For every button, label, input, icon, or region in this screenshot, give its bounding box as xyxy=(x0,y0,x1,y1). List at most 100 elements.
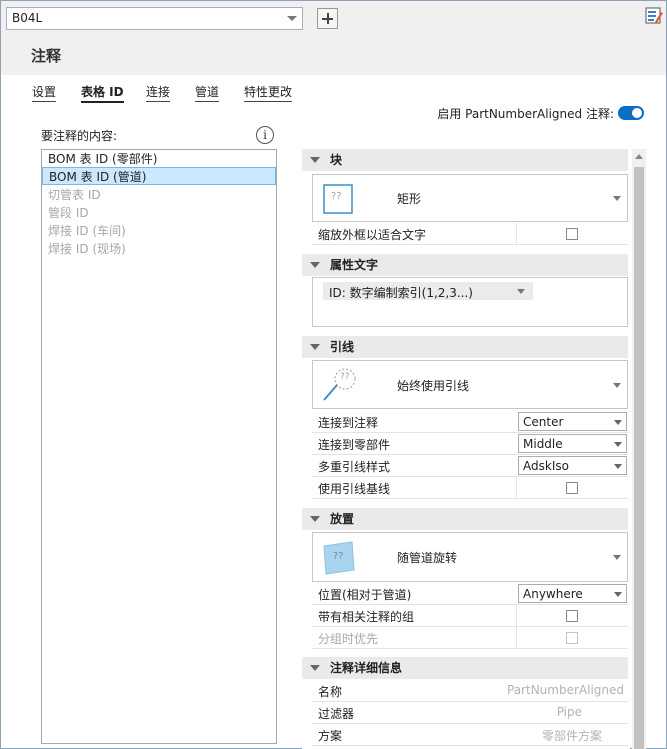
scroll-thumb[interactable] xyxy=(634,167,644,749)
tab-settings[interactable]: 设置 xyxy=(32,83,57,102)
prop-row: 缩放外框以适合文字 xyxy=(312,223,628,245)
prop-row: 多重引线样式 AdskIso xyxy=(312,455,628,477)
mleader-style-dropdown[interactable]: AdskIso xyxy=(518,456,627,475)
section-block-header[interactable]: 块 xyxy=(302,149,628,171)
prop-label: 过滤器 xyxy=(318,707,355,721)
placement-icon-text: ?? xyxy=(333,551,344,562)
toggle-knob xyxy=(632,108,642,118)
prop-label: 连接到零部件 xyxy=(318,438,391,452)
prop-row: 方案 零部件方案 xyxy=(312,724,628,746)
style-combo[interactable]: B04L xyxy=(6,7,303,30)
block-card[interactable]: ?? 矩形 xyxy=(312,174,628,222)
prop-row: 连接到零部件 Middle xyxy=(312,433,628,455)
properties-scrollbar[interactable] xyxy=(632,149,646,749)
section-title: 引线 xyxy=(330,340,355,354)
add-button[interactable] xyxy=(317,8,338,29)
properties-panel: 块 ?? 矩形 缩放外框以适合文字 属性文字 ID: 数字编制索引(1,2,3.… xyxy=(302,149,630,749)
tab-property-change[interactable]: 特性更改 xyxy=(244,83,293,102)
section-title: 放置 xyxy=(330,512,355,526)
chevron-down-icon xyxy=(613,196,621,201)
list-item-cut-pipe[interactable]: 切管表 ID xyxy=(42,186,276,204)
prop-value: Pipe xyxy=(556,705,582,719)
prop-label: 缩放外框以适合文字 xyxy=(318,228,427,242)
collapse-icon xyxy=(310,344,320,350)
group-priority-checkbox[interactable] xyxy=(566,632,578,644)
page-title: 注释 xyxy=(31,47,62,65)
section-title: 注释详细信息 xyxy=(330,661,403,675)
collapse-icon xyxy=(310,262,320,268)
leader-icon-text: ?? xyxy=(340,372,350,382)
placement-card[interactable]: ?? 随管道旋转 xyxy=(312,532,628,582)
annotate-content-label: 要注释的内容: xyxy=(41,129,118,143)
list-item-bom-part[interactable]: BOM 表 ID (零部件) xyxy=(42,150,276,168)
prop-row: 位置(相对于管道) Anywhere xyxy=(312,583,628,605)
section-leader-header[interactable]: 引线 xyxy=(302,336,628,358)
scale-frame-checkbox[interactable] xyxy=(566,228,578,240)
connect-annotation-dropdown[interactable]: Center xyxy=(518,412,627,431)
collapse-icon xyxy=(310,665,320,671)
list-item-weld-shop[interactable]: 焊接 ID (车间) xyxy=(42,222,276,240)
prop-row: 连接到注释 Center xyxy=(312,411,628,433)
list-item-bom-pipe[interactable]: BOM 表 ID (管道) xyxy=(42,167,276,185)
prop-label: 分组时优先 xyxy=(318,632,379,646)
chevron-down-icon xyxy=(613,555,621,560)
block-card-label: 矩形 xyxy=(397,192,422,206)
collapse-icon xyxy=(310,516,320,522)
leader-card-label: 始终使用引线 xyxy=(397,379,470,393)
annotate-content-list: BOM 表 ID (零部件) BOM 表 ID (管道) 切管表 ID 管段 I… xyxy=(41,149,277,744)
prop-value: 零部件方案 xyxy=(541,729,602,743)
info-icon[interactable]: i xyxy=(256,126,274,144)
chevron-down-icon xyxy=(614,420,622,425)
chevron-down-icon xyxy=(614,592,622,597)
dropdown-value: Center xyxy=(523,415,564,429)
group-annotations-checkbox[interactable] xyxy=(566,610,578,622)
section-title: 块 xyxy=(330,153,343,167)
annotation-window: B04L 注释 设置 表格 ID 连接 管道 特性更改 启用 PartNumbe… xyxy=(0,0,667,749)
leader-icon xyxy=(323,368,356,401)
tab-table-id[interactable]: 表格 ID xyxy=(81,83,124,103)
prop-value: PartNumberAligned xyxy=(507,683,624,697)
position-dropdown[interactable]: Anywhere xyxy=(518,584,627,603)
prop-label: 方案 xyxy=(318,729,343,743)
prop-row: 名称 PartNumberAligned xyxy=(312,680,628,702)
placement-card-label: 随管道旋转 xyxy=(397,551,458,565)
top-toolbar: B04L xyxy=(1,1,666,37)
prop-label: 使用引线基线 xyxy=(318,482,391,496)
chevron-down-icon xyxy=(614,442,622,447)
collapse-icon xyxy=(310,157,320,163)
prop-label: 位置(相对于管道) xyxy=(318,588,412,602)
enable-annotation-label: 启用 PartNumberAligned 注释: xyxy=(437,107,614,121)
attr-card: ID: 数字编制索引(1,2,3...) xyxy=(312,277,628,327)
chevron-down-icon xyxy=(614,464,622,469)
chevron-down-icon xyxy=(613,383,621,388)
attr-text-value: ID: 数字编制索引(1,2,3...) xyxy=(329,286,473,300)
section-title: 属性文字 xyxy=(330,258,379,272)
list-item-weld-field[interactable]: 焊接 ID (现场) xyxy=(42,240,276,258)
prop-label: 多重引线样式 xyxy=(318,460,391,474)
section-attr-header[interactable]: 属性文字 xyxy=(302,254,628,276)
edit-style-icon[interactable] xyxy=(645,7,663,25)
leader-card[interactable]: ?? 始终使用引线 xyxy=(312,360,628,409)
list-item-spool[interactable]: 管段 ID xyxy=(42,204,276,222)
prop-label: 连接到注释 xyxy=(318,416,379,430)
enable-annotation-toggle[interactable] xyxy=(618,106,644,120)
page-header: 注释 xyxy=(1,37,666,75)
prop-row: 使用引线基线 xyxy=(312,477,628,499)
tab-connections[interactable]: 连接 xyxy=(146,83,171,102)
chevron-down-icon xyxy=(517,289,525,294)
prop-label: 名称 xyxy=(318,685,343,699)
connect-part-dropdown[interactable]: Middle xyxy=(518,434,627,453)
section-detail-header[interactable]: 注释详细信息 xyxy=(302,657,628,679)
prop-label: 带有相关注释的组 xyxy=(318,610,415,624)
tab-pipes[interactable]: 管道 xyxy=(195,83,220,102)
scroll-up-icon[interactable] xyxy=(635,154,643,159)
style-combo-value: B04L xyxy=(12,11,43,25)
dropdown-value: AdskIso xyxy=(523,459,569,473)
prop-row: 分组时优先 xyxy=(312,627,628,649)
attr-text-dropdown[interactable]: ID: 数字编制索引(1,2,3...) xyxy=(323,282,533,300)
block-icon-text: ?? xyxy=(331,191,342,202)
dropdown-value: Anywhere xyxy=(523,587,583,601)
leader-landing-checkbox[interactable] xyxy=(566,482,578,494)
section-placement-header[interactable]: 放置 xyxy=(302,508,628,530)
dropdown-value: Middle xyxy=(523,437,563,451)
